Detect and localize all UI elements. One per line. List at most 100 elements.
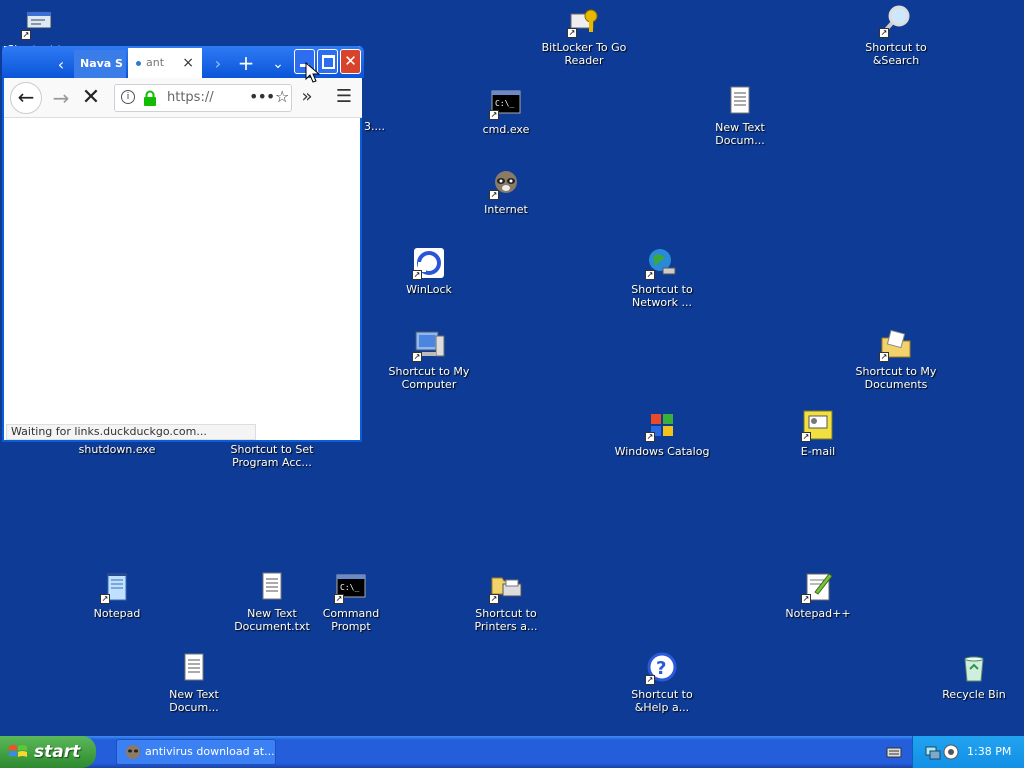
desktop-icon-new-text-1[interactable]: New Text Docum... <box>692 84 788 147</box>
desktop-icon-label: Notepad++ <box>785 607 851 620</box>
desktop-icon-shutdown[interactable]: shutdown.exe <box>69 443 165 456</box>
raccoon-browser-icon <box>126 745 140 759</box>
desktop-icon-notepadpp[interactable]: ↗ Notepad++ <box>770 570 866 620</box>
raccoon-browser-icon: ↗ <box>489 166 523 200</box>
my-computer-icon: ↗ <box>412 328 446 362</box>
overflow-chevron-icon[interactable]: » <box>296 84 318 112</box>
desktop-partial-label: 3.... <box>364 120 385 133</box>
svg-text:C:\_: C:\_ <box>495 99 514 108</box>
desktop-icon-label: Notepad <box>93 607 141 620</box>
page-actions-icon[interactable]: ••• <box>249 85 275 109</box>
desktop-icon-recycle-bin[interactable]: Recycle Bin <box>926 651 1022 701</box>
status-bar: Waiting for links.duckduckgo.com... <box>6 424 256 440</box>
desktop-icon-label: New Text Docum... <box>169 688 219 714</box>
cmd-icon: C:\_ ↗ <box>489 86 523 120</box>
shortcut-run-icon: ↗ <box>21 6 55 40</box>
help-icon: ? ↗ <box>645 651 679 685</box>
url-text[interactable]: https:// <box>167 85 214 111</box>
desktop-icon-new-text-3[interactable]: New Text Docum... <box>146 651 242 714</box>
url-bar[interactable]: i https:// ••• ☆ <box>114 84 292 112</box>
network-globe-icon: ↗ <box>645 246 679 280</box>
clock[interactable]: 1:38 PM <box>967 736 1011 768</box>
start-button[interactable]: start <box>0 736 96 768</box>
desktop-icon-set-program-access[interactable]: Shortcut to Set Program Acc... <box>224 443 320 469</box>
taskbar: start antivirus download at... 1:38 PM <box>0 736 1024 768</box>
desktop-icon-search[interactable]: ↗ Shortcut to &Search <box>848 4 944 67</box>
desktop-icon-my-computer[interactable]: ↗ Shortcut to My Computer <box>381 328 477 391</box>
desktop-icon-label: Shortcut to My Documents <box>855 365 937 391</box>
text-document-icon <box>177 651 211 685</box>
desktop-icon-label: Internet <box>484 203 528 216</box>
keyboard-icon[interactable] <box>886 745 902 759</box>
loading-dot-icon <box>136 61 141 66</box>
desktop-icon-command-prompt[interactable]: C:\_ ↗ Command Prompt <box>303 570 399 633</box>
tab-label: Nava S <box>80 57 123 70</box>
desktop-icon-label: shutdown.exe <box>78 443 156 456</box>
desktop-icon-label: E-mail <box>800 445 836 458</box>
taskbar-window-label: antivirus download at... <box>145 745 275 758</box>
tab-nava[interactable]: Nava S <box>74 50 126 78</box>
tab-active[interactable]: ant × <box>128 48 202 78</box>
desktop-icon-label: Shortcut to Printers a... <box>474 607 538 633</box>
desktop-icon-cmd[interactable]: C:\_ ↗ cmd.exe <box>458 86 554 136</box>
desktop-icon-label: Windows Catalog <box>614 445 710 458</box>
recycle-bin-icon <box>957 651 991 685</box>
desktop-icon-label: Shortcut to &Help a... <box>631 688 693 714</box>
system-tray: 1:38 PM <box>912 736 1024 768</box>
notepad-icon: ↗ <box>100 570 134 604</box>
new-tab-button[interactable]: + <box>234 50 258 78</box>
browser-window[interactable]: ‹ Nava S ant × › + ⌄ ✕ ← → ✕ i https:// … <box>2 46 364 442</box>
cmd-icon: C:\_ ↗ <box>334 570 368 604</box>
windows-catalog-icon: ↗ <box>645 408 679 442</box>
bookmark-star-icon[interactable]: ☆ <box>275 87 289 106</box>
svg-text:C:\_: C:\_ <box>340 583 359 592</box>
search-magnifier-icon: ↗ <box>879 4 913 38</box>
tab-list-button[interactable]: ⌄ <box>266 50 290 78</box>
desktop-icon-windows-catalog[interactable]: ↗ Windows Catalog <box>614 408 710 458</box>
lock-icon <box>144 90 156 106</box>
svg-text:?: ? <box>656 658 666 679</box>
windows-flag-icon <box>9 745 27 757</box>
desktop: ↗ Shortcut to ↗ BitLocker To Go Reader ↗… <box>0 0 1024 736</box>
desktop-icon-label: Shortcut to &Search <box>865 41 927 67</box>
desktop-icon-label: BitLocker To Go Reader <box>541 41 627 67</box>
taskbar-window-button[interactable]: antivirus download at... <box>116 739 276 765</box>
printer-icon: ↗ <box>489 570 523 604</box>
my-documents-icon: ↗ <box>879 328 913 362</box>
desktop-icon-label: New Text Docum... <box>715 121 765 147</box>
desktop-icon-internet[interactable]: ↗ Internet <box>458 166 554 216</box>
desktop-icon-label: WinLock <box>406 283 452 296</box>
close-button[interactable]: ✕ <box>340 49 361 74</box>
winlock-icon: ↗ <box>412 246 446 280</box>
email-icon: ↗ <box>801 408 835 442</box>
info-icon[interactable]: i <box>121 90 135 104</box>
desktop-icon-printers[interactable]: ↗ Shortcut to Printers a... <box>458 570 554 633</box>
desktop-icon-label: Shortcut to My Computer <box>388 365 470 391</box>
menu-hamburger-icon[interactable]: ☰ <box>332 84 356 112</box>
desktop-icon-help[interactable]: ? ↗ Shortcut to &Help a... <box>614 651 710 714</box>
desktop-icon-my-documents[interactable]: ↗ Shortcut to My Documents <box>848 328 944 391</box>
mouse-cursor-icon <box>305 62 321 83</box>
text-document-icon <box>255 570 289 604</box>
start-label: start <box>34 742 81 762</box>
desktop-icon-network[interactable]: ↗ Shortcut to Network ... <box>614 246 710 309</box>
desktop-icon-notepad[interactable]: ↗ Notepad <box>69 570 165 620</box>
tab-scroll-left-icon[interactable]: ‹ <box>48 50 74 78</box>
text-document-icon <box>723 84 757 118</box>
desktop-icon-bitlocker[interactable]: ↗ BitLocker To Go Reader <box>536 4 632 67</box>
desktop-icon-winlock[interactable]: ↗ WinLock <box>381 246 477 296</box>
notepadpp-icon: ↗ <box>801 570 835 604</box>
desktop-icon-label: Shortcut to Set Program Acc... <box>230 443 314 469</box>
desktop-icon-email[interactable]: ↗ E-mail <box>770 408 866 458</box>
desktop-icon-label: Recycle Bin <box>942 688 1006 701</box>
desktop-icon-label: Shortcut to Network ... <box>631 283 693 309</box>
network-tray-icon[interactable] <box>925 744 941 760</box>
stop-button[interactable]: ✕ <box>78 84 104 112</box>
tab-close-icon[interactable]: × <box>182 48 194 78</box>
bitlocker-icon: ↗ <box>567 4 601 38</box>
back-button[interactable]: ← <box>10 82 42 114</box>
tab-scroll-right-icon[interactable]: › <box>206 50 230 78</box>
security-tray-icon[interactable] <box>943 744 959 760</box>
forward-button[interactable]: → <box>48 84 74 112</box>
desktop-icon-label: Command Prompt <box>322 607 380 633</box>
